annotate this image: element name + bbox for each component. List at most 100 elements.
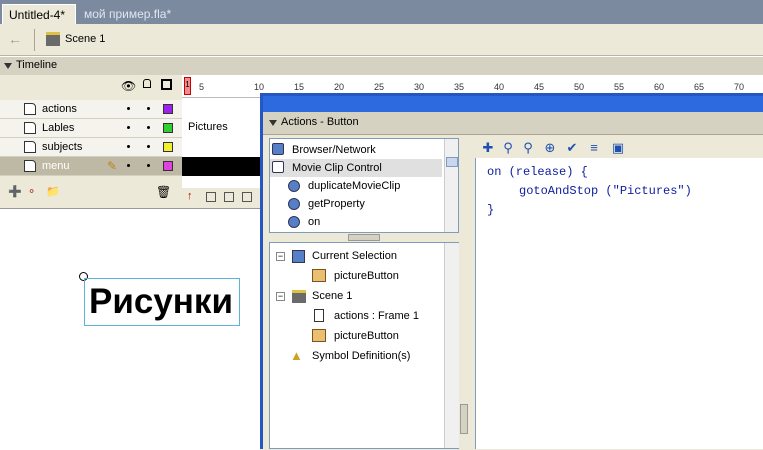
playhead-marker-icon: ↑ [187,190,193,202]
layer-header: 👁 [0,75,182,97]
add-script-item-icon[interactable]: ✚ [480,140,496,156]
layer-icon [24,103,36,115]
collapse-triangle-icon[interactable] [4,63,12,69]
layer-name: menu [42,160,70,172]
ruler-number: 30 [414,82,425,92]
action-circle-icon [288,198,300,210]
insert-folder-icon[interactable]: 📁 [46,185,60,198]
ruler-number: 15 [294,82,305,92]
ruler-number: 45 [534,82,545,92]
layer-color-swatch[interactable] [163,161,173,171]
toolbox-item-duplicatemovieclip[interactable]: duplicateMovieClip [270,177,442,195]
layer-actions[interactable]: actions [0,100,182,119]
find-icon[interactable]: ⚲ [500,140,516,156]
ruler-number: 10 [254,82,265,92]
insert-layer-icon[interactable]: ➕ [8,185,22,198]
outline-icon[interactable] [161,79,172,90]
code-line: } [487,203,495,217]
tree-scene[interactable]: Scene 1 [312,290,352,302]
tab-untitled-4[interactable]: Untitled-4* [2,4,76,24]
ruler-number: 35 [454,82,465,92]
layer-list: actions Lables subjects menu ✎ ➕ ⚬ 📁 🗑 [0,97,182,207]
actions-window-titlebar[interactable] [263,96,763,112]
trash-icon[interactable]: 🗑 [156,185,171,199]
frame-row-subjects[interactable] [182,138,260,158]
tree-actions-frame[interactable]: actions : Frame 1 [334,310,419,322]
code-hint-icon[interactable]: ▣ [610,140,626,156]
layer-name: subjects [42,141,83,153]
tree-picture-button[interactable]: pictureButton [334,330,399,342]
toolbox-label: duplicateMovieClip [308,180,401,192]
layer-lables[interactable]: Lables [0,119,182,138]
timeline-title: Timeline [16,59,58,71]
book-icon [272,161,284,173]
layer-color-swatch[interactable] [163,142,173,152]
check-syntax-icon[interactable]: ✔ [564,140,580,156]
toolbox-item-getproperty[interactable]: getProperty [270,195,442,213]
panel-divider-handle[interactable] [460,404,468,434]
actions-panel-header[interactable]: Actions - Button [263,112,763,135]
onion-outline-icon[interactable] [224,192,234,202]
tab-moi-primer[interactable]: мой пример.fla* [78,4,178,24]
pencil-icon: ✎ [107,159,118,173]
layer-icon [24,141,36,153]
layer-icon [24,122,36,134]
ruler-number: 20 [334,82,345,92]
tree-picture-button[interactable]: pictureButton [334,270,399,282]
action-circle-icon [288,180,300,192]
frame-rows[interactable]: Pictures [182,98,260,188]
stage[interactable] [0,208,260,450]
navigator-scrollbar[interactable] [444,243,459,448]
toolbox-label: on [308,216,321,228]
symbol-definitions-icon: ▲ [290,348,303,363]
ruler-number: 70 [734,82,745,92]
playhead[interactable]: 1 [184,77,191,95]
toolbox-label: Movie Clip Control [292,162,382,174]
frame-row-actions[interactable] [182,100,260,120]
layer-color-swatch[interactable] [163,104,173,114]
add-guide-layer-icon[interactable]: ⚬ [27,185,36,198]
frame-row-menu[interactable] [182,157,260,176]
edit-multiple-frames-icon[interactable] [242,192,252,202]
scene-label[interactable]: Scene 1 [65,33,105,45]
stage-text-button[interactable]: Рисунки [84,278,240,326]
ruler-number: 5 [199,82,205,92]
collapse-toggle[interactable]: − [276,252,285,261]
insert-target-path-icon[interactable]: ⊕ [542,140,558,156]
tree-current-selection[interactable]: Current Selection [312,250,397,262]
timeline-header[interactable]: Timeline [0,56,763,76]
scene-clapper-icon [46,32,60,46]
ruler-number: 25 [374,82,385,92]
scroll-thumb[interactable] [446,157,458,167]
toolbox-item-browser-network[interactable]: Browser/Network [270,141,442,159]
ruler-number: 65 [694,82,705,92]
tree-symbol-definitions[interactable]: Symbol Definition(s) [312,350,410,362]
collapse-triangle-icon[interactable] [269,120,277,126]
category-arrow-icon [272,143,284,155]
back-arrow-icon[interactable]: ← [8,31,22,47]
find-replace-icon[interactable]: ⚲ [520,140,536,156]
timeline-footer: ↑ [182,188,260,207]
button-symbol-icon [312,329,326,342]
onion-skin-icon[interactable] [206,192,216,202]
toolbox-scrollbar[interactable] [444,139,458,232]
layer-subjects[interactable]: subjects [0,138,182,157]
frame-script-icon [314,309,324,322]
frame-row-lables[interactable]: Pictures [182,119,260,139]
toolbox-label: Browser/Network [292,144,376,156]
toolbox-label: getProperty [308,198,365,210]
actions-panel-title: Actions - Button [281,116,359,128]
toolbox-item-movie-clip-control[interactable]: Movie Clip Control [270,159,442,177]
auto-format-icon[interactable]: ≡ [586,140,602,156]
toolbox-item-on[interactable]: on [270,213,442,231]
eye-icon[interactable]: 👁 [121,79,136,93]
layer-color-swatch[interactable] [163,123,173,133]
layer-menu[interactable]: menu ✎ [0,157,182,176]
pane-splitter[interactable] [348,234,380,241]
layer-name: Lables [42,122,75,134]
actions-toolbox: Browser/Network Movie Clip Control dupli… [269,138,459,233]
lock-icon[interactable] [143,79,151,88]
ruler-number: 60 [654,82,665,92]
collapse-toggle[interactable]: − [276,292,285,301]
script-editor[interactable]: on (release) { gotoAndStop ("Pictures") … [475,158,763,449]
